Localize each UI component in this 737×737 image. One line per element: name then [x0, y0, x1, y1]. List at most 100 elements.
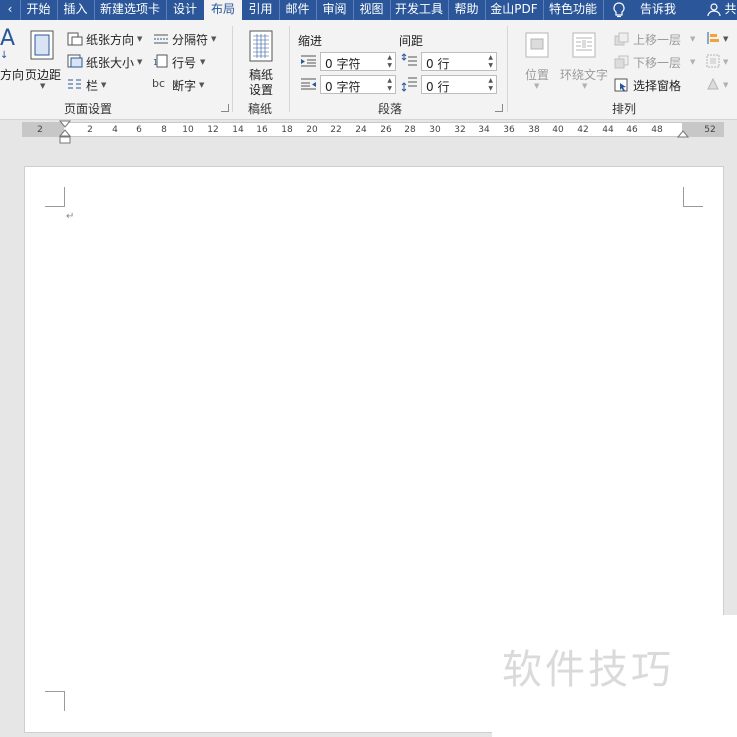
paper-size-button[interactable]: 纸张大小 [86, 54, 134, 71]
wrap-text-dropdown-icon[interactable]: ▼ [582, 82, 587, 90]
ruler-tick-label: 26 [380, 125, 392, 135]
margins-dropdown-icon[interactable]: ▼ [40, 82, 45, 90]
spacing-after-value: 0 行 [426, 80, 450, 94]
tab-special[interactable]: 特色功能 [543, 0, 604, 20]
first-line-indent-marker[interactable] [59, 120, 71, 146]
tab-developer[interactable]: 开发工具 [390, 0, 449, 20]
breaks-icon [154, 34, 168, 44]
watermark-text: 软件技巧 [502, 647, 674, 693]
spacing-after-icon [401, 77, 417, 92]
tab-layout[interactable]: 布局 [204, 0, 242, 20]
orientation-dropdown-icon[interactable]: ▼ [137, 35, 142, 43]
tell-me-search[interactable]: 告诉我 [636, 0, 680, 20]
spin-up-icon[interactable]: ▲ [387, 77, 392, 84]
spin-up-icon[interactable]: ▲ [387, 54, 392, 61]
spin-up-icon[interactable]: ▲ [488, 77, 493, 84]
orientation-button[interactable]: 纸张方向 [86, 31, 134, 48]
tab-design[interactable]: 设计 [166, 0, 205, 20]
line-numbers-dropdown-icon[interactable]: ▼ [200, 58, 205, 66]
ruler-tick-label: 12 [207, 125, 219, 135]
position-icon[interactable] [525, 32, 549, 58]
manuscript-button-line2[interactable]: 设置 [249, 81, 273, 98]
line-numbers-icon: 1 [153, 54, 168, 68]
group-dropdown-icon[interactable]: ▼ [723, 58, 728, 66]
spacing-before-field[interactable]: 0 行 ▲ ▼ [421, 52, 497, 71]
tab-mailings[interactable]: 邮件 [279, 0, 317, 20]
ruler-tick-label: 46 [626, 125, 638, 135]
paper-size-dropdown-icon[interactable]: ▼ [137, 58, 142, 66]
right-indent-marker[interactable] [677, 129, 689, 139]
wrap-text-button[interactable]: 环绕文字 [560, 66, 608, 83]
share-person-icon[interactable] [707, 2, 723, 18]
ruler-tick-label: 48 [651, 125, 663, 135]
group-divider [232, 26, 233, 112]
position-button[interactable]: 位置 [525, 66, 549, 83]
send-backward-dropdown-icon[interactable]: ▼ [690, 58, 695, 66]
indent-left-field[interactable]: 0 字符 ▲ ▼ [320, 52, 396, 71]
breaks-button[interactable]: 分隔符 [172, 31, 208, 48]
lightbulb-icon[interactable] [612, 2, 626, 18]
rotate-dropdown-icon[interactable]: ▼ [723, 81, 728, 89]
tab-help[interactable]: 帮助 [448, 0, 486, 20]
send-backward-button[interactable]: 下移一层 [633, 54, 681, 71]
paragraph-mark: ↵ [66, 211, 75, 222]
ruler-tick-label: 10 [182, 125, 194, 135]
bring-forward-button[interactable]: 上移一层 [633, 31, 681, 48]
columns-dropdown-icon[interactable]: ▼ [101, 81, 106, 89]
ruler-tick-label: 16 [256, 125, 268, 135]
file-tab-partial[interactable]: ‹ [0, 0, 21, 20]
line-numbers-button[interactable]: 行号 [172, 54, 196, 71]
ruler-tick-label: 40 [552, 125, 564, 135]
indent-left-value: 0 字符 [325, 57, 361, 71]
tab-new[interactable]: 新建选项卡 [94, 0, 167, 20]
share-button-partial[interactable]: 共 [724, 0, 737, 20]
group-objects-icon[interactable] [706, 54, 720, 68]
hyphenation-icon: bc [152, 77, 166, 90]
tab-insert[interactable]: 插入 [57, 0, 95, 20]
spin-down-icon[interactable]: ▼ [387, 85, 392, 92]
bring-forward-dropdown-icon[interactable]: ▼ [690, 35, 695, 43]
manuscript-group-label: 稿纸 [248, 102, 273, 116]
columns-button[interactable]: 栏 [86, 77, 98, 94]
ruler-tick-label: 4 [112, 125, 118, 135]
spin-down-icon[interactable]: ▼ [488, 62, 493, 69]
bring-forward-icon [614, 32, 629, 46]
align-dropdown-icon[interactable]: ▼ [723, 35, 728, 43]
ruler-tick-label: 8 [161, 125, 167, 135]
selection-pane-button[interactable]: 选择窗格 [633, 77, 681, 94]
hyphenation-dropdown-icon[interactable]: ▼ [199, 81, 204, 89]
ruler-left-margin [23, 123, 64, 136]
manuscript-icon[interactable] [249, 30, 273, 62]
spacing-before-value: 0 行 [426, 57, 450, 71]
wrap-text-icon[interactable] [572, 32, 596, 58]
spin-up-icon[interactable]: ▲ [488, 54, 493, 61]
spacing-after-field[interactable]: 0 行 ▲ ▼ [421, 75, 497, 94]
hyphenation-button[interactable]: 断字 [172, 77, 196, 94]
page-setup-dialog-launcher[interactable] [221, 104, 229, 112]
breaks-dropdown-icon[interactable]: ▼ [211, 35, 216, 43]
spin-down-icon[interactable]: ▼ [387, 62, 392, 69]
margins-icon[interactable] [30, 30, 54, 60]
text-direction-arrow-icon: ↓ [0, 50, 9, 61]
send-backward-icon [614, 55, 629, 69]
paragraph-dialog-launcher[interactable] [495, 104, 503, 112]
text-direction-icon[interactable]: A [0, 26, 15, 51]
ribbon-tab-bar: ‹ 开始 插入 新建选项卡 设计 布局 引用 邮件 审阅 视图 开发工具 帮助 … [0, 0, 737, 20]
ruler-tick-label: 44 [602, 125, 614, 135]
rotate-icon[interactable] [706, 77, 720, 91]
tab-wps-pdf[interactable]: 金山PDF [485, 0, 544, 20]
horizontal-ruler[interactable]: 2 2 4 6 8 10 12 14 16 18 20 22 24 26 28 30 32 34 36 38 40 42 4… [22, 122, 724, 137]
ruler-tick-label: 20 [306, 125, 318, 135]
group-divider [507, 26, 508, 112]
align-icon[interactable] [706, 31, 720, 45]
tab-view[interactable]: 视图 [353, 0, 391, 20]
crop-mark-top-right [683, 187, 703, 207]
tab-review[interactable]: 审阅 [316, 0, 354, 20]
margins-button[interactable]: 页边距 [25, 66, 61, 83]
position-dropdown-icon[interactable]: ▼ [534, 82, 539, 90]
spin-down-icon[interactable]: ▼ [488, 85, 493, 92]
tab-home[interactable]: 开始 [20, 0, 58, 20]
tab-references[interactable]: 引用 [242, 0, 280, 20]
indent-right-field[interactable]: 0 字符 ▲ ▼ [320, 75, 396, 94]
text-direction-label[interactable]: 方向 [0, 66, 24, 83]
